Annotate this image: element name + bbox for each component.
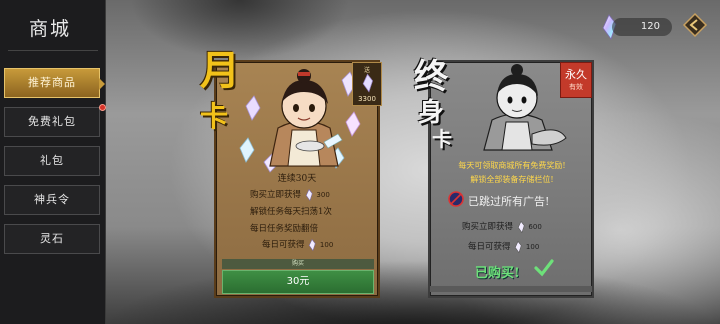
month-row-double: 每日任务奖励翻倍	[250, 222, 318, 234]
active-arrow-icon	[99, 78, 105, 90]
sidebar-item-label: 灵石	[40, 232, 64, 245]
crystal-icon	[515, 240, 522, 253]
sidebar-item-label: 礼包	[40, 154, 64, 167]
row-value: 600	[528, 223, 542, 231]
lifetime-row-instant: 购买立即获得 600	[462, 220, 542, 233]
month-card-title-sub: 卡	[200, 100, 229, 133]
sidebar-item-label: 免费礼包	[28, 115, 76, 128]
crystal-icon	[362, 73, 373, 93]
lifetime-desc-free-rewards: 每天可领取商城所有免费奖励!	[458, 161, 566, 170]
lifetime-card-title: 终	[414, 57, 448, 97]
sidebar-item-recommended[interactable]: 推荐商品	[4, 68, 105, 98]
month-row-daily: 每日可获得 100	[262, 238, 333, 251]
bonus-tag-amount: 3300	[358, 95, 376, 103]
row-label: 购买立即获得	[462, 222, 514, 232]
back-arrow-icon[interactable]	[682, 12, 708, 38]
store-title: 商城	[28, 18, 71, 40]
sidebar-item-label: 推荐商品	[28, 76, 76, 89]
buy-label: 购买	[222, 259, 374, 269]
check-icon	[534, 259, 554, 277]
no-ads-icon	[448, 191, 464, 207]
crystal-icon	[305, 188, 313, 201]
permanent-tag-sub: 有效	[569, 83, 583, 91]
sidebar-item-gift-pack[interactable]: 礼包	[4, 146, 100, 176]
month-card-title: 月	[200, 47, 240, 94]
currency-display: 120	[612, 18, 672, 36]
lifetime-card-character-illustration	[483, 64, 567, 151]
row-value: 100	[525, 243, 540, 251]
sidebar-item-weapon-pass[interactable]: 神兵令	[4, 185, 100, 215]
lifetime-card-title-3: 卡	[432, 127, 452, 151]
lifetime-card-footer	[430, 286, 592, 292]
lifetime-desc-storage: 解锁全部装备存储栏位!	[470, 175, 554, 184]
row-value: 100	[319, 241, 334, 249]
month-row-sweep: 解锁任务每天扫荡1次	[250, 205, 332, 217]
sidebar-item-spirit-stone[interactable]: 灵石	[4, 224, 100, 254]
bonus-price-tag: 送 3300	[352, 62, 382, 106]
row-value: 300	[316, 191, 330, 199]
row-label: 每日可获得	[468, 242, 511, 252]
crystal-icon	[517, 220, 525, 233]
row-label: 每日任务奖励翻倍	[250, 224, 319, 234]
permanent-tag-main: 永久	[565, 68, 587, 81]
lifetime-row-daily: 每日可获得 100	[468, 240, 539, 253]
ads-skipped-text: 已跳过所有广告!	[468, 195, 550, 208]
sidebar-item-free-gift[interactable]: 免费礼包	[4, 104, 106, 137]
buy-month-card-button[interactable]: 30元	[222, 270, 374, 294]
permanent-tag: 永久 有效	[560, 62, 592, 98]
purchased-status: 已购买!	[475, 266, 520, 281]
month-row-instant: 购买立即获得 300	[250, 188, 330, 201]
sidebar: 商城 推荐商品 免费礼包 礼包 神兵令 灵石	[0, 0, 106, 324]
row-label: 解锁任务每天扫荡1次	[250, 207, 332, 217]
sidebar-divider	[8, 50, 98, 51]
row-label: 购买立即获得	[250, 190, 302, 200]
sidebar-item-label: 神兵令	[34, 193, 70, 206]
crystal-icon	[309, 238, 316, 251]
month-card-duration: 连续30天	[277, 174, 317, 184]
notification-dot-icon	[99, 104, 106, 111]
row-label: 每日可获得	[262, 240, 305, 250]
